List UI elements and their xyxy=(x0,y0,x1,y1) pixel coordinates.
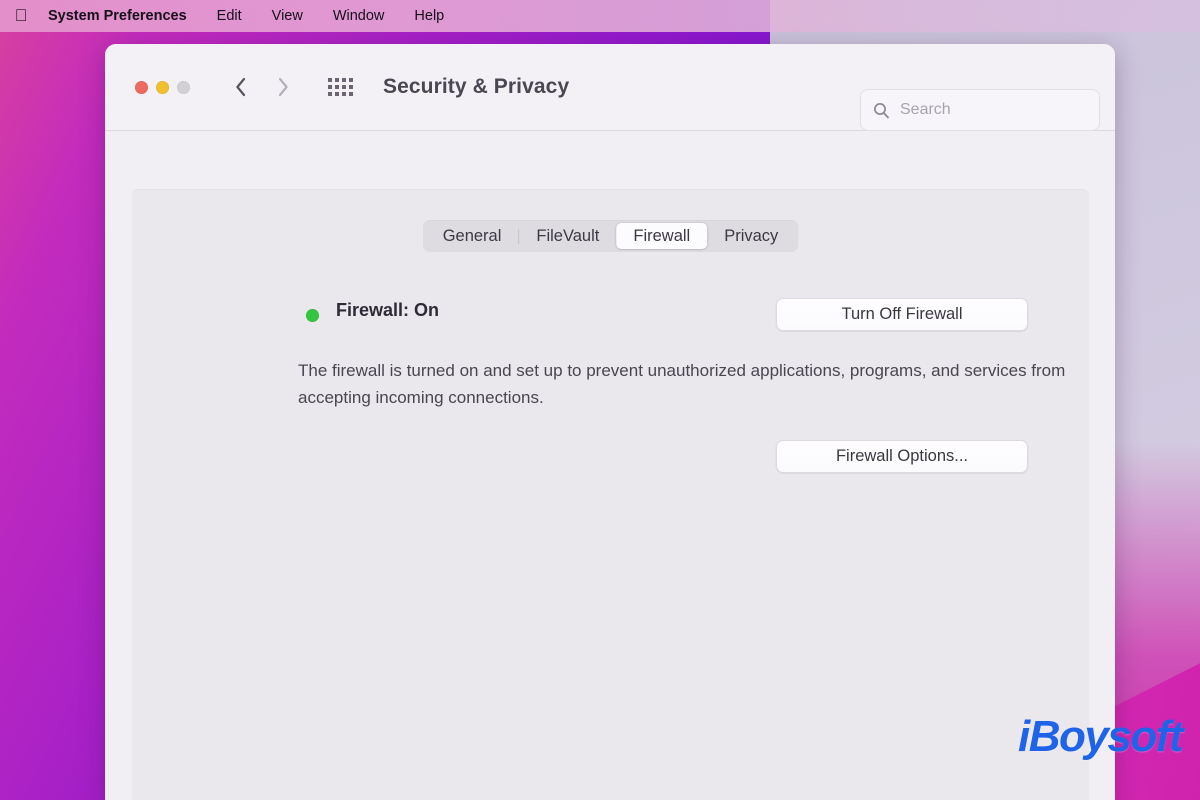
turn-off-firewall-button[interactable]: Turn Off Firewall xyxy=(776,298,1028,331)
search-input[interactable] xyxy=(900,101,1087,119)
tab-bar: General FileVault Firewall Privacy xyxy=(422,220,799,252)
menu-item-window[interactable]: Window xyxy=(318,4,400,28)
menu-item-help[interactable]: Help xyxy=(399,4,459,28)
tab-general[interactable]: General xyxy=(426,223,519,249)
iboysoft-watermark: iBoysoft xyxy=(1018,712,1184,761)
status-indicator-dot xyxy=(306,309,319,322)
menu-item-system-preferences[interactable]: System Preferences xyxy=(34,4,202,28)
menu-item-edit[interactable]: Edit xyxy=(202,4,257,28)
search-icon xyxy=(874,102,889,118)
chevron-left-icon[interactable] xyxy=(234,76,248,98)
grid-show-all-icon[interactable] xyxy=(328,78,353,96)
menu-item-view[interactable]: View xyxy=(257,4,318,28)
close-button[interactable] xyxy=(135,80,148,94)
page-title: Security & Privacy xyxy=(383,75,570,98)
tab-firewall[interactable]: Firewall xyxy=(616,223,708,249)
minimize-button[interactable] xyxy=(156,80,169,94)
menu-bar:  System Preferences Edit View Window He… xyxy=(0,0,1200,32)
traffic-lights xyxy=(135,80,190,94)
desktop-wallpaper:  System Preferences Edit View Window He… xyxy=(0,0,1200,800)
zoom-button-disabled xyxy=(177,80,190,94)
firewall-status-label: Firewall: On xyxy=(336,300,440,320)
search-field[interactable] xyxy=(860,89,1100,131)
tab-privacy[interactable]: Privacy xyxy=(707,223,795,249)
window-toolbar: Security & Privacy xyxy=(105,44,1115,131)
navigation-controls xyxy=(234,76,290,98)
firewall-options-button[interactable]: Firewall Options... xyxy=(776,440,1028,473)
apple-logo-icon[interactable]:  xyxy=(8,7,34,26)
preferences-pane: General FileVault Firewall Privacy Firew… xyxy=(132,189,1089,800)
tab-filevault[interactable]: FileVault xyxy=(519,223,616,249)
system-preferences-window: Security & Privacy General FileVault Fir… xyxy=(105,44,1115,800)
chevron-right-icon[interactable] xyxy=(276,76,290,98)
firewall-description: The firewall is turned on and set up to … xyxy=(298,361,1066,407)
